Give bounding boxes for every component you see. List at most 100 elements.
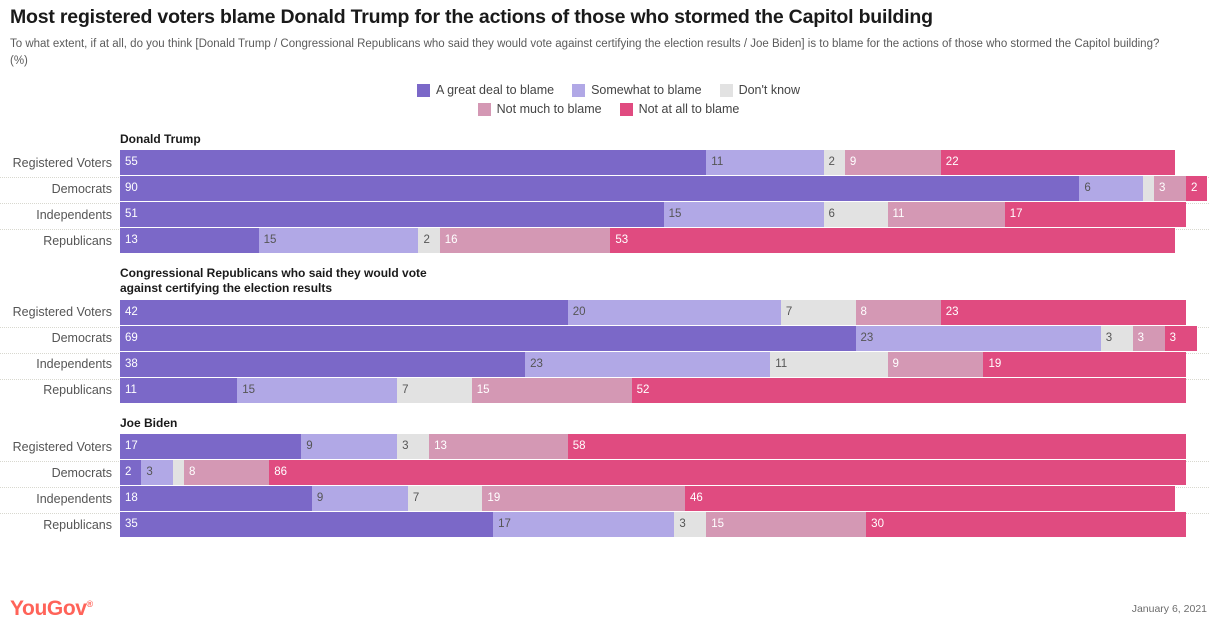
bar-segment-value: 86 — [274, 465, 287, 478]
bar-segment[interactable]: 20 — [567, 299, 781, 325]
chart-row: Registered Voters 55 11 2 9 22 — [0, 150, 1217, 179]
bar-segment[interactable]: 17 — [120, 434, 302, 460]
bar-segment[interactable]: 2 — [1185, 176, 1208, 202]
bar-segment[interactable]: 15 — [237, 377, 398, 403]
stacked-bar: 69 23 3 3 3 — [120, 325, 1197, 351]
bar-segment[interactable]: 9 — [311, 486, 408, 512]
row-label: Democrats — [51, 331, 112, 346]
bar-segment[interactable]: 9 — [301, 434, 398, 460]
bar-segment[interactable]: 8 — [855, 299, 941, 325]
chart-date: January 6, 2021 — [1131, 603, 1207, 615]
bar-segment-value: 2 — [828, 155, 835, 168]
legend-item-1[interactable]: A great deal to blame — [416, 83, 554, 98]
bar-segment[interactable]: 23 — [525, 351, 771, 377]
bar-segment[interactable]: 69 — [120, 325, 856, 351]
chart-body: Donald Trump Registered Voters 55 11 2 9 22 Dem… — [0, 130, 1217, 538]
bar-segment[interactable]: 15 — [663, 202, 824, 228]
bar-segment[interactable]: 30 — [866, 512, 1186, 538]
chart-group-1: Donald Trump Registered Voters 55 11 2 9 22 Dem… — [0, 130, 1217, 254]
bar-segment[interactable]: 58 — [567, 434, 1186, 460]
bar-segment[interactable]: 9 — [844, 150, 941, 176]
bar-segment[interactable]: 3 — [141, 460, 174, 486]
bar-segment[interactable]: 55 — [120, 150, 707, 176]
bar-segment[interactable]: 11 — [120, 377, 238, 403]
legend-item-2[interactable]: Not at all to blame — [619, 102, 739, 117]
bar-segment[interactable]: 19 — [482, 486, 685, 512]
bar-segment-value: 11 — [775, 357, 788, 370]
bar-segment-value: 9 — [849, 155, 857, 168]
bar-segment[interactable]: 23 — [940, 299, 1186, 325]
bar-segment[interactable]: 38 — [120, 351, 526, 377]
chart-row: Democrats 69 23 3 3 3 — [0, 325, 1217, 354]
bar-segment[interactable]: 23 — [855, 325, 1101, 351]
bar-segment[interactable]: 51 — [120, 202, 664, 228]
bar-segment[interactable]: 11 — [887, 202, 1005, 228]
bar-segment-value: 13 — [125, 233, 138, 246]
bar-segment[interactable]: 15 — [706, 512, 867, 538]
bar-segment[interactable]: 7 — [407, 486, 483, 512]
bar-segment[interactable]: 19 — [983, 351, 1186, 377]
bar-segment[interactable]: 3 — [1100, 325, 1133, 351]
bar-segment[interactable]: 17 — [493, 512, 675, 538]
bar-segment[interactable]: 7 — [780, 299, 856, 325]
stacked-bar: 18 9 7 19 46 — [120, 486, 1176, 512]
bar-segment[interactable]: 15 — [258, 228, 419, 254]
bar-segment-value: 30 — [871, 517, 884, 530]
bar-segment[interactable]: 2 — [418, 228, 440, 254]
bar-segment[interactable]: 90 — [120, 176, 1080, 202]
legend-label: Don't know — [738, 82, 801, 97]
bar-segment-value: 17 — [1009, 207, 1023, 220]
bar-segment[interactable]: 3 — [1154, 176, 1186, 202]
stacked-bar: 35 17 3 15 30 — [120, 512, 1186, 538]
chart-subtitle: To what extent, if at all, do you think … — [10, 38, 1160, 67]
bar-segment[interactable]: 3 — [397, 434, 430, 460]
bar-segment[interactable]: 52 — [631, 377, 1186, 403]
bar-segment-value: 20 — [572, 305, 586, 318]
chart-row: Registered Voters 42 20 7 8 23 — [0, 299, 1217, 328]
bar-segment[interactable]: 15 — [471, 377, 632, 403]
bar-segment[interactable]: 3 — [674, 512, 707, 538]
group-rows: Registered Voters 42 20 7 8 23 Democrats 69 23 3 3… — [0, 299, 1217, 403]
bar-segment[interactable]: 13 — [120, 228, 259, 254]
bar-segment[interactable]: 2 — [120, 460, 142, 486]
bar-segment[interactable]: 17 — [1004, 202, 1186, 228]
bar-segment[interactable]: 22 — [940, 150, 1176, 176]
bar-segment-value: 11 — [125, 383, 137, 396]
bar-segment-value: 52 — [636, 383, 650, 396]
bar-segment[interactable]: 53 — [610, 228, 1176, 254]
legend-item-3[interactable]: Don't know — [719, 82, 801, 98]
bar-segment[interactable] — [1143, 176, 1154, 202]
page-title: Most registered voters blame Donald Trum… — [10, 6, 933, 28]
bar-segment[interactable]: 2 — [823, 150, 845, 176]
bar-segment[interactable]: 9 — [887, 351, 984, 377]
chart-row: Independents 18 9 7 19 46 — [0, 486, 1217, 515]
bar-segment[interactable]: 3 — [1164, 325, 1197, 351]
legend-item-1[interactable]: Not much to blame — [477, 102, 602, 117]
row-label: Registered Voters — [12, 155, 112, 170]
bar-segment[interactable]: 11 — [770, 351, 888, 377]
bar-segment-value: 23 — [530, 357, 543, 370]
legend-item-2[interactable]: Somewhat to blame — [572, 83, 702, 98]
row-label: Independents — [36, 491, 112, 506]
row-label: Democrats — [51, 181, 112, 196]
stacked-bar: 11 15 7 15 52 — [120, 377, 1186, 403]
bar-segment[interactable]: 3 — [1132, 325, 1165, 351]
bar-segment[interactable]: 8 — [183, 460, 270, 486]
bar-segment[interactable]: 16 — [439, 228, 611, 254]
bar-segment[interactable]: 35 — [120, 512, 494, 538]
bar-segment-value: 3 — [1137, 331, 1145, 344]
bar-segment[interactable]: 18 — [120, 486, 312, 512]
bar-segment[interactable]: 46 — [684, 486, 1176, 512]
legend-swatch-icon — [572, 83, 586, 97]
bar-segment[interactable]: 13 — [429, 434, 568, 460]
bar-segment-value: 2 — [1190, 181, 1198, 194]
bar-segment[interactable]: 6 — [823, 202, 888, 228]
legend-swatch-icon — [719, 83, 733, 97]
bar-segment[interactable]: 7 — [397, 377, 472, 403]
bar-segment[interactable]: 11 — [706, 150, 824, 176]
bar-segment[interactable]: 6 — [1079, 176, 1144, 202]
bar-segment[interactable]: 42 — [120, 299, 568, 325]
bar-segment[interactable]: 86 — [269, 460, 1186, 486]
bar-segment-value: 3 — [679, 517, 686, 530]
bar-segment[interactable] — [173, 460, 184, 486]
